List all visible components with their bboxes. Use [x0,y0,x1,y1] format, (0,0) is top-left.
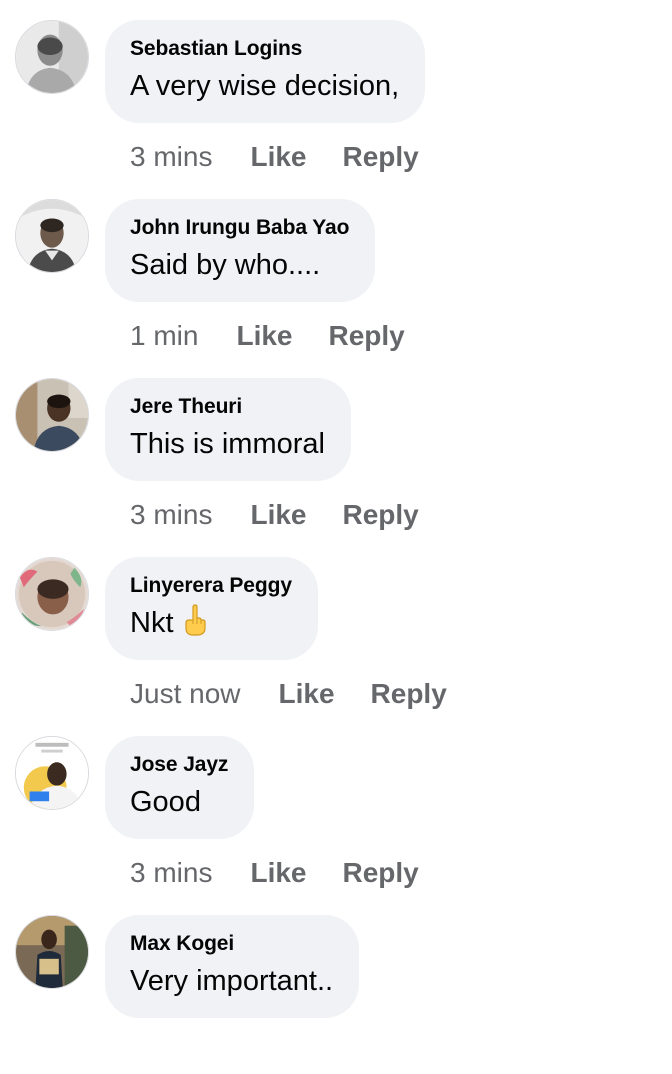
reply-button[interactable]: Reply [343,137,419,177]
like-button[interactable]: Like [250,495,306,535]
comment-item: Sebastian Logins A very wise decision, 3… [0,0,672,179]
like-button[interactable]: Like [236,316,292,356]
like-button[interactable]: Like [250,853,306,893]
comment-text: Good [130,786,201,818]
avatar-image-john [16,200,88,272]
avatar-image-jose [16,737,88,809]
comment-text: This is immoral [130,428,325,460]
middle-finger-emoji-icon [182,604,208,646]
comment-bubble: John Irungu Baba Yao Said by who.... [105,199,376,302]
profile-photo-icon[interactable] [15,557,89,631]
comment-text: Said by who.... [130,249,321,281]
comment-item: Jere Theuri This is immoral 3 mins Like Re… [0,358,672,537]
avatar-image-linyerera [16,558,88,630]
comment-bubble: Linyerera Peggy Nkt [105,557,318,660]
comment-timestamp[interactable]: 1 min [130,316,198,356]
profile-photo-icon[interactable] [15,378,89,452]
comment-text: Nkt [130,607,174,639]
comment-text: Very important.. [130,965,334,997]
comment-actions: 3 mins Like Reply [130,137,419,177]
comment-author[interactable]: Jere Theuri [130,395,325,419]
reply-button[interactable]: Reply [343,853,419,893]
profile-photo-icon[interactable] [15,915,89,989]
comment-bubble: Max Kogei Very important.. [105,915,360,1018]
comment-bubble: Sebastian Logins A very wise decision, [105,20,426,123]
comment-author[interactable]: Linyerera Peggy [130,574,292,598]
comment-bubble: Jose Jayz Good [105,736,255,839]
comment-actions: 1 min Like Reply [130,316,405,356]
comment-timestamp[interactable]: Just now [130,674,241,714]
like-button[interactable]: Like [250,137,306,177]
comment-item: Linyerera Peggy Nkt Just now Like Reply [0,537,672,716]
comment-item: John Irungu Baba Yao Said by who.... 1 m… [0,179,672,358]
comment-author[interactable]: John Irungu Baba Yao [130,216,349,240]
comment-actions: 3 mins Like Reply [130,495,419,535]
comment-text: A very wise decision, [130,70,400,102]
comment-bubble: Jere Theuri This is immoral [105,378,351,481]
avatar-image-max [16,916,88,988]
like-button[interactable]: Like [279,674,335,714]
reply-button[interactable]: Reply [343,495,419,535]
reply-button[interactable]: Reply [371,674,447,714]
comment-item: Max Kogei Very important.. [0,895,672,1074]
profile-photo-icon[interactable] [15,199,89,273]
profile-photo-icon[interactable] [15,736,89,810]
comment-actions: Just now Like Reply [130,674,447,714]
comment-timestamp[interactable]: 3 mins [130,137,212,177]
comment-actions: 3 mins Like Reply [130,853,419,893]
reply-button[interactable]: Reply [329,316,405,356]
comment-timestamp[interactable]: 3 mins [130,495,212,535]
comment-item: Jose Jayz Good 3 mins Like Reply [0,716,672,895]
profile-photo-icon[interactable] [15,20,89,94]
avatar-image-jere [16,379,88,451]
comment-text-row: Nkt [130,604,292,646]
comment-author[interactable]: Max Kogei [130,932,333,956]
comment-author[interactable]: Jose Jayz [130,753,228,777]
comment-timestamp[interactable]: 3 mins [130,853,212,893]
comment-author[interactable]: Sebastian Logins [130,37,399,61]
avatar-image-sebastian [16,21,88,93]
